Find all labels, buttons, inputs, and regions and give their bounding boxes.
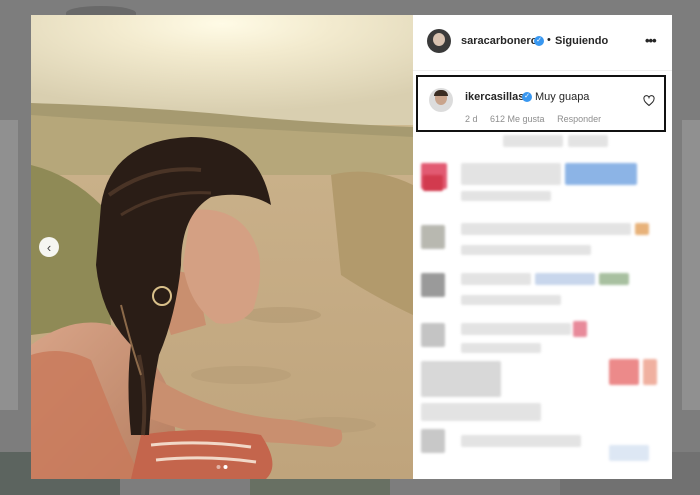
comment-text: Muy guapa [535, 91, 590, 103]
blurred-comment-block [461, 435, 581, 447]
separator-dot: • [547, 34, 551, 46]
commenter-username[interactable]: ikercasillas [465, 91, 524, 103]
comments-panel: saracarbonero ✓ • Siguiendo ••• ikercasi… [413, 15, 672, 479]
previous-image-button[interactable]: ‹ [39, 237, 59, 257]
comment-likes[interactable]: 612 Me gusta [490, 114, 545, 124]
blurred-comment-block [461, 191, 551, 201]
blurred-comment-block [421, 403, 541, 421]
blurred-comment-block [461, 163, 561, 185]
background-left-edge [0, 120, 18, 410]
blurred-comment-block [461, 273, 531, 285]
post-photo: ‹ [31, 15, 413, 479]
more-options-icon[interactable]: ••• [645, 33, 657, 48]
carousel-dot [216, 465, 221, 469]
blurred-comment-block [609, 359, 639, 385]
comment-age: 2 d [465, 114, 478, 124]
verified-icon: ✓ [534, 36, 544, 46]
reply-button[interactable]: Responder [557, 114, 601, 124]
blurred-comment-block [535, 273, 595, 285]
author-username[interactable]: saracarbonero [461, 35, 537, 47]
comment-meta: 2 d 612 Me gusta Responder [465, 114, 611, 124]
blurred-avatar [421, 429, 445, 453]
heart-icon[interactable] [643, 95, 655, 107]
blurred-comment-block [461, 323, 571, 335]
following-button[interactable]: Siguiendo [555, 35, 608, 47]
background-right-edge [682, 120, 700, 410]
blurred-avatar [421, 225, 445, 249]
blurred-avatar [421, 273, 445, 297]
blurred-avatar [421, 323, 445, 347]
blurred-comment-block [609, 445, 649, 461]
blurred-comment-block [635, 223, 649, 235]
blurred-avatar [423, 175, 443, 191]
blurred-comment-block [568, 135, 608, 147]
photo-illustration [31, 15, 413, 479]
carousel-indicator [216, 465, 228, 469]
blurred-comment-block [503, 135, 563, 147]
blurred-comment-block [421, 361, 501, 397]
highlighted-comment: ikercasillas ✓ Muy guapa 2 d 612 Me gust… [416, 75, 666, 132]
post-header: saracarbonero ✓ • Siguiendo ••• [413, 15, 672, 71]
verified-icon: ✓ [522, 92, 532, 102]
author-avatar[interactable] [427, 29, 451, 53]
blurred-comment-block [599, 273, 629, 285]
blurred-comment-block [573, 321, 587, 337]
chevron-left-icon: ‹ [46, 239, 52, 255]
blurred-comment-block [461, 343, 541, 353]
blurred-comment-block [643, 359, 657, 385]
commenter-avatar[interactable] [429, 88, 453, 112]
carousel-dot-active [223, 465, 228, 469]
post-modal: ‹ saracarbonero ✓ • Siguiendo ••• ikerca… [31, 15, 672, 479]
blurred-comment-block [461, 245, 591, 255]
blurred-comment-block [461, 295, 561, 305]
blurred-comment-block [565, 163, 637, 185]
blurred-comment-block [461, 223, 631, 235]
